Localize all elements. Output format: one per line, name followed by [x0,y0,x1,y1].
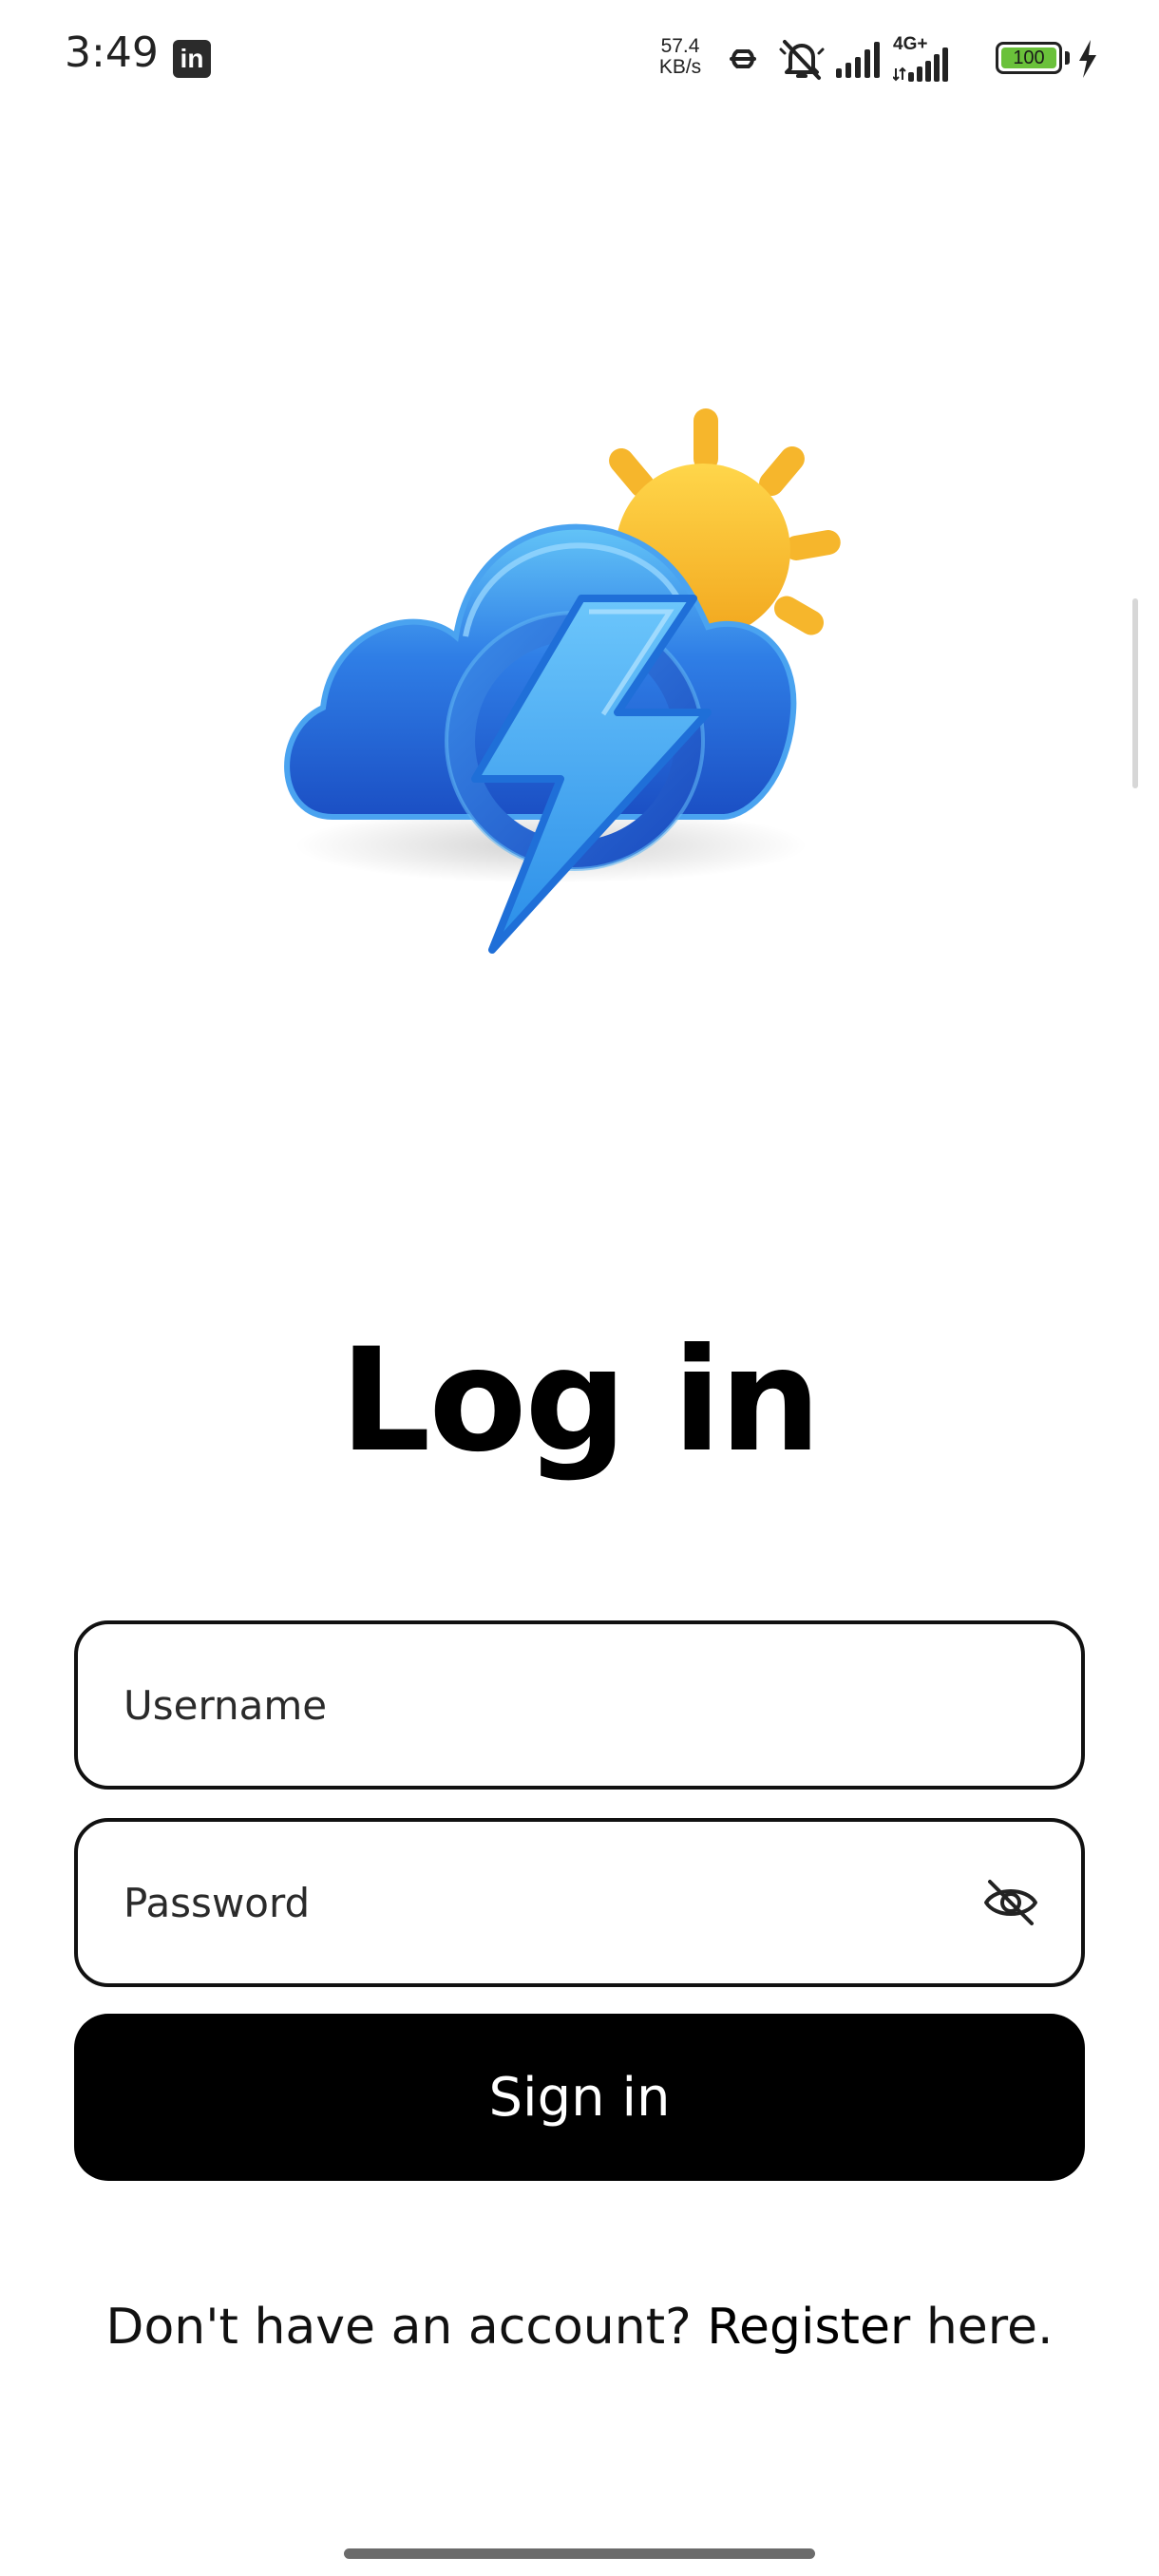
eye-off-icon[interactable] [980,1872,1041,1933]
battery-cap [1065,51,1070,65]
scrollbar[interactable] [1132,598,1138,788]
login-screen: 3:49 in 57.4 KB/s 4G+ 100 Log in Usernam… [0,0,1159,2576]
password-field[interactable] [74,1818,1085,1987]
weather-cloud-sun-lightning-icon [284,408,841,954]
linkedin-icon: in [173,40,211,78]
charging-icon [1079,40,1096,78]
page-title: Log in [339,1318,821,1484]
register-suffix: here. [910,2299,1054,2356]
register-prompt: Don't have an account? Register here. [0,2299,1159,2356]
sign-in-button[interactable]: Sign in [74,2014,1085,2181]
home-indicator[interactable] [344,2548,815,2559]
signal-4g-icon: 4G+ [893,34,950,82]
network-speed: 57.4 KB/s [652,36,709,78]
signal-icon [836,42,880,78]
network-speed-unit: KB/s [658,56,702,78]
username-field[interactable] [74,1620,1085,1790]
network-speed-value: 57.4 [660,35,700,57]
status-time: 3:49 [65,28,159,77]
mute-bell-icon [779,40,825,80]
register-prompt-text: Don't have an account? [105,2299,708,2356]
password-input[interactable] [124,1822,960,1983]
username-input[interactable] [124,1624,960,1786]
battery-level: 100 [1001,47,1056,68]
link-icon [730,49,756,68]
battery-icon: 100 [996,42,1062,74]
status-bar: 3:49 in 57.4 KB/s 4G+ 100 [0,0,1159,114]
register-link[interactable]: Register [707,2299,910,2356]
